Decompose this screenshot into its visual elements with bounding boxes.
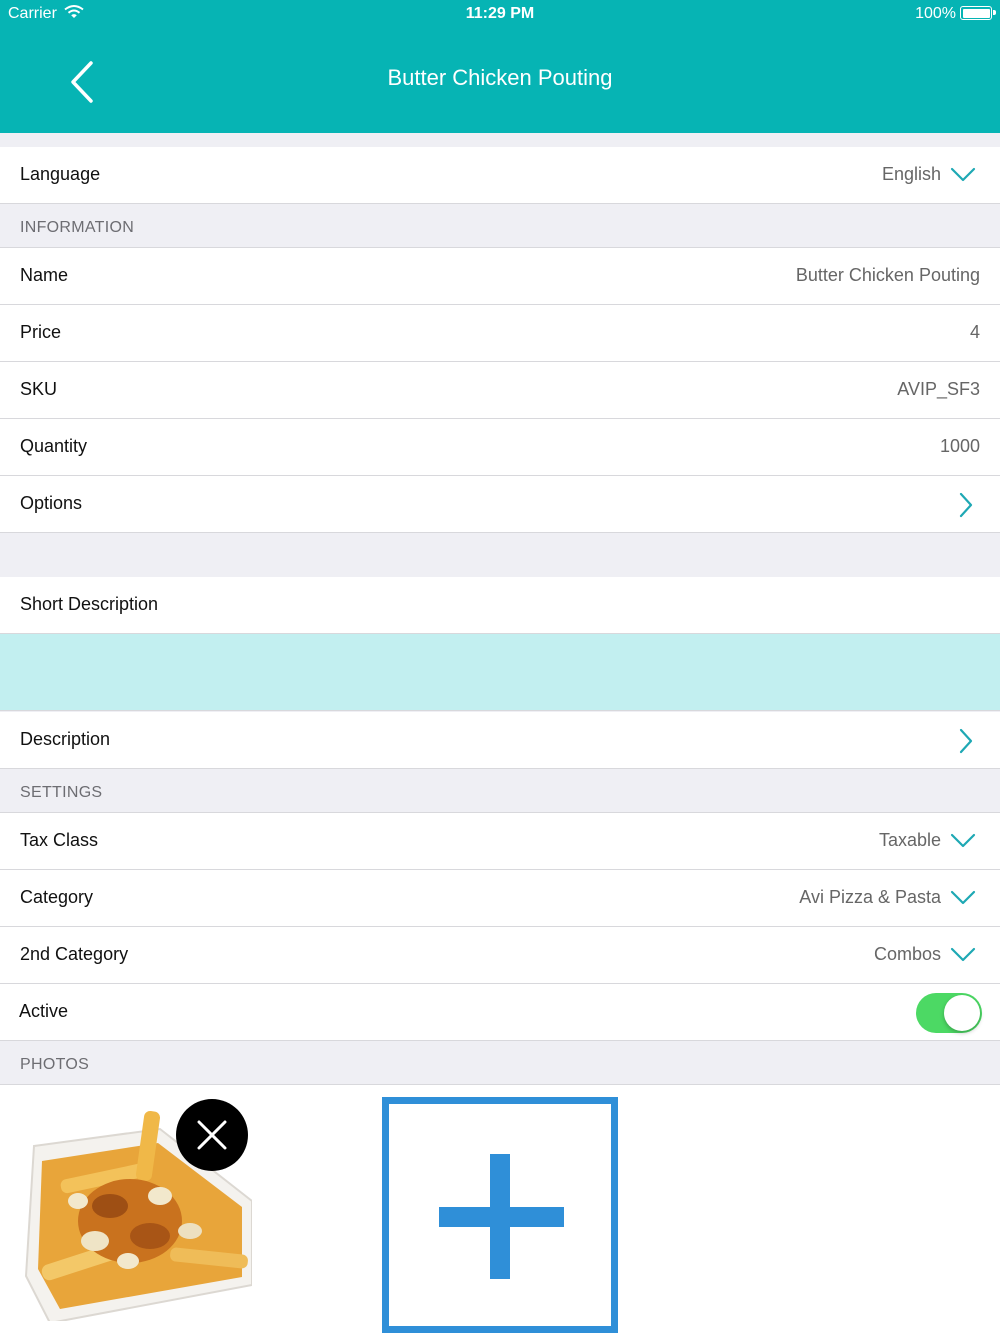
category-label: Category [20, 887, 94, 907]
sku-row[interactable]: SKU AVIP_SF3 [0, 362, 1000, 419]
name-value[interactable]: Butter Chicken Pouting [796, 265, 980, 286]
description-label: Description [20, 729, 111, 749]
category-row[interactable]: Category Avi Pizza & Pasta [0, 870, 1000, 927]
plus-icon [439, 1154, 564, 1279]
navigation-header: Carrier 11:29 PM 100% Butter Chicken Pou… [0, 0, 1000, 133]
section-header-information: INFORMATION [0, 204, 1000, 248]
chevron-down-icon [950, 833, 976, 848]
chevron-down-icon [950, 947, 976, 962]
name-label: Name [20, 265, 69, 285]
sku-value[interactable]: AVIP_SF3 [897, 379, 980, 400]
short-description-row: Short Description [0, 577, 1000, 634]
quantity-label: Quantity [20, 436, 88, 456]
sku-label: SKU [20, 379, 58, 399]
chevron-right-icon [959, 728, 973, 754]
short-description-input[interactable] [0, 634, 1000, 711]
active-row: Active [0, 984, 1000, 1041]
short-description-label: Short Description [20, 594, 159, 614]
price-value[interactable]: 4 [970, 322, 980, 343]
options-row[interactable]: Options [0, 476, 1000, 533]
second-category-label: 2nd Category [20, 944, 129, 964]
section-title: PHOTOS [20, 1056, 90, 1073]
add-photo-button[interactable] [382, 1097, 618, 1333]
status-time: 11:29 PM [465, 5, 535, 22]
chevron-down-icon [950, 890, 976, 905]
language-label: Language [20, 164, 101, 184]
second-category-value: Combos [873, 944, 941, 964]
chevron-left-icon [71, 61, 93, 103]
quantity-value[interactable]: 1000 [940, 436, 980, 457]
description-row[interactable]: Description [0, 712, 1000, 769]
options-label: Options [20, 493, 83, 513]
category-value: Avi Pizza & Pasta [799, 887, 941, 907]
section-title: INFORMATION [20, 219, 135, 236]
chevron-right-icon [959, 492, 973, 518]
tax-class-value: Taxable [878, 830, 941, 850]
back-button[interactable] [60, 58, 104, 106]
price-row[interactable]: Price 4 [0, 305, 1000, 362]
close-icon [197, 1120, 227, 1150]
section-header-settings: SETTINGS [0, 769, 1000, 813]
name-row[interactable]: Name Butter Chicken Pouting [0, 248, 1000, 305]
tax-class-row[interactable]: Tax Class Taxable [0, 813, 1000, 870]
status-bar: Carrier 11:29 PM 100% [0, 0, 1000, 28]
battery-percentage: 100% [915, 5, 956, 22]
active-label: Active [19, 1001, 69, 1021]
section-title: SETTINGS [20, 784, 103, 801]
tax-class-label: Tax Class [20, 830, 99, 850]
price-label: Price [20, 322, 62, 342]
language-value: English [881, 164, 941, 184]
chevron-down-icon [950, 167, 976, 182]
language-row[interactable]: Language English [0, 147, 1000, 204]
photos-area [0, 1085, 1000, 1333]
section-header-photos: PHOTOS [0, 1041, 1000, 1085]
second-category-row[interactable]: 2nd Category Combos [0, 927, 1000, 984]
remove-photo-button[interactable] [176, 1099, 248, 1171]
active-toggle[interactable] [916, 993, 982, 1033]
quantity-row[interactable]: Quantity 1000 [0, 419, 1000, 476]
page-title: Butter Chicken Pouting [387, 65, 613, 90]
battery-icon [960, 6, 996, 20]
toggle-knob [944, 995, 980, 1031]
